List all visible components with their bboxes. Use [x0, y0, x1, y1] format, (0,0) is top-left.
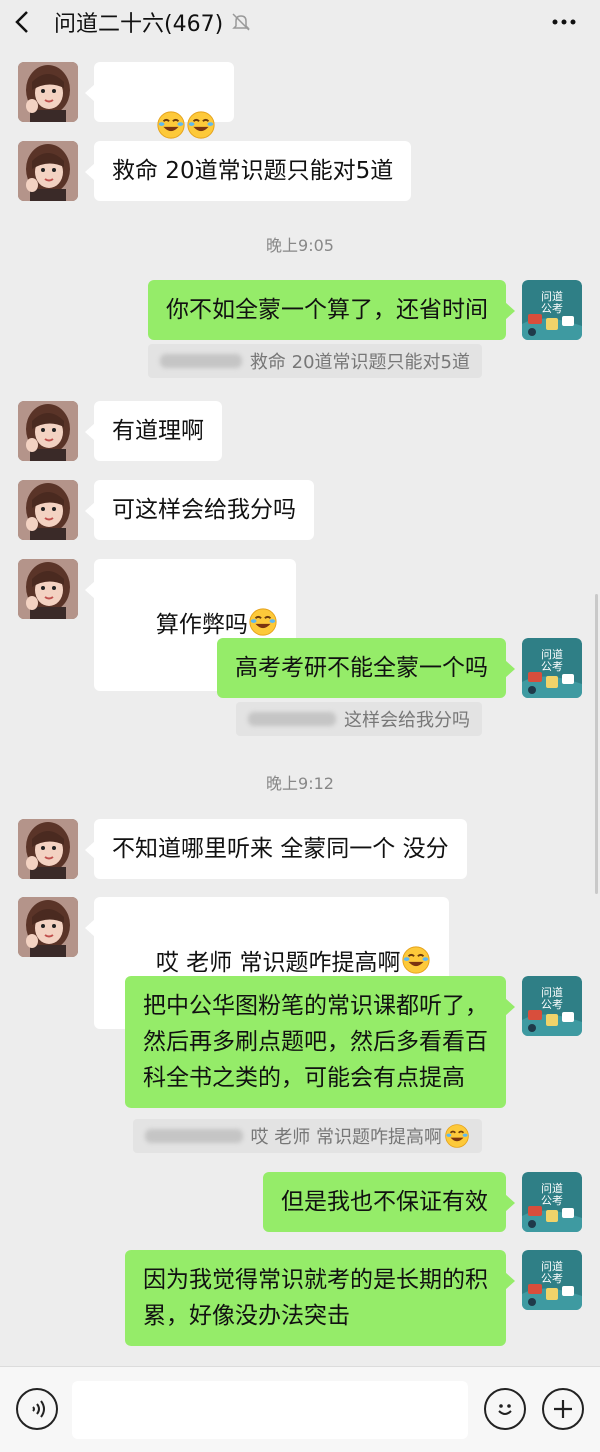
brand-avatar-text: 公考	[541, 660, 563, 673]
chat-area[interactable]: 救命 20道常识题只能对5道 晚上9:05 问道 公考 你不如全蒙一个算了，还省时…	[0, 44, 600, 1366]
laugh-cry-emoji-icon	[444, 1123, 470, 1149]
quoted-message[interactable]: 这样会给我分吗	[236, 702, 482, 736]
avatar[interactable]	[18, 401, 78, 461]
voice-icon	[32, 1400, 45, 1418]
quote-text: 这样会给我分吗	[344, 710, 470, 731]
blurred-name	[144, 1129, 243, 1143]
brand-avatar[interactable]: 问道公考	[522, 638, 582, 698]
quoted-message[interactable]: 哎 老师 常识题咋提高啊	[132, 1119, 482, 1153]
brand-avatar-text: 问道	[541, 647, 563, 661]
quoted-message[interactable]: 救命 20道常识题只能对5道	[147, 344, 482, 378]
chat-title: 问道二十六(467)	[54, 12, 224, 37]
brand-avatar-text: 问道	[541, 1259, 563, 1273]
laugh-cry-emoji-icon	[248, 607, 278, 637]
message-bubble[interactable]: 把中公华图粉笔的常识课都听了， 然后再多刷点题吧，然后多看看百 科全书之类的，可…	[125, 976, 515, 1108]
smiley-icon	[498, 1404, 512, 1415]
message-text: 算作弊吗	[155, 612, 248, 638]
message-bubble[interactable]: 不知道哪里听来 全蒙同一个 没分	[85, 819, 467, 879]
bell-off-icon	[231, 11, 253, 33]
brand-avatar-text: 公考	[541, 302, 563, 315]
brand-avatar[interactable]: 问道公考	[522, 1250, 582, 1310]
message-bubble[interactable]	[85, 62, 234, 122]
brand-avatar[interactable]: 问道公考	[522, 280, 582, 340]
brand-avatar[interactable]: 问道公考	[522, 1172, 582, 1232]
timestamp: 晚上9:05	[266, 236, 334, 255]
blurred-name	[248, 712, 336, 726]
avatar[interactable]	[18, 62, 78, 122]
message-bubble[interactable]: 但是我也不保证有效	[263, 1172, 515, 1232]
plus-button[interactable]	[542, 1388, 584, 1430]
timestamp: 晚上9:12	[266, 774, 334, 793]
chevron-left-icon	[15, 11, 28, 33]
brand-avatar-text: 公考	[541, 1194, 563, 1207]
message-bubble[interactable]: 救命 20道常识题只能对5道	[84, 141, 412, 201]
quote-text: 救命 20道常识题只能对5道	[249, 352, 470, 373]
voice-button[interactable]	[16, 1388, 58, 1430]
message-bubble[interactable]: 可这样会给我分吗	[85, 480, 314, 540]
quote-text: 哎 老师 常识题咋提高啊	[250, 1127, 442, 1148]
more-button[interactable]	[546, 8, 582, 36]
laugh-cry-emoji-icon	[401, 945, 431, 975]
emoji-button[interactable]	[484, 1388, 526, 1430]
back-button[interactable]	[0, 0, 44, 44]
blurred-name	[159, 354, 242, 368]
brand-avatar-text: 公考	[541, 998, 563, 1011]
input-bar	[0, 1366, 600, 1452]
brand-avatar[interactable]: 问道公考	[522, 976, 582, 1036]
brand-avatar-text: 公考	[541, 1272, 563, 1285]
laugh-cry-emoji-icon	[186, 110, 216, 140]
brand-avatar-text: 问道	[541, 985, 563, 999]
message-input[interactable]	[72, 1381, 468, 1439]
brand-avatar-text: 问道	[541, 1181, 563, 1195]
scrollbar[interactable]	[595, 594, 598, 894]
message-bubble[interactable]: 因为我觉得常识就考的是长期的积 累，好像没办法突击	[125, 1250, 515, 1346]
avatar[interactable]	[18, 559, 78, 619]
laugh-cry-emoji-icon	[156, 110, 186, 140]
brand-avatar-text: 问道	[541, 289, 563, 303]
message-bubble[interactable]: 你不如全蒙一个算了，还省时间	[148, 280, 515, 340]
message-bubble[interactable]: 有道理啊	[85, 401, 222, 461]
avatar[interactable]	[18, 480, 78, 540]
more-dots-icon	[552, 19, 576, 25]
plus-icon	[554, 1400, 572, 1418]
message-bubble[interactable]: 高考考研不能全蒙一个吗	[217, 638, 515, 698]
chat-header: 问道二十六(467)	[0, 0, 600, 44]
avatar[interactable]	[18, 897, 78, 957]
avatar[interactable]	[18, 141, 78, 201]
avatar[interactable]	[18, 819, 78, 879]
message-text: 哎 老师 常识题咋提高啊	[155, 950, 401, 976]
